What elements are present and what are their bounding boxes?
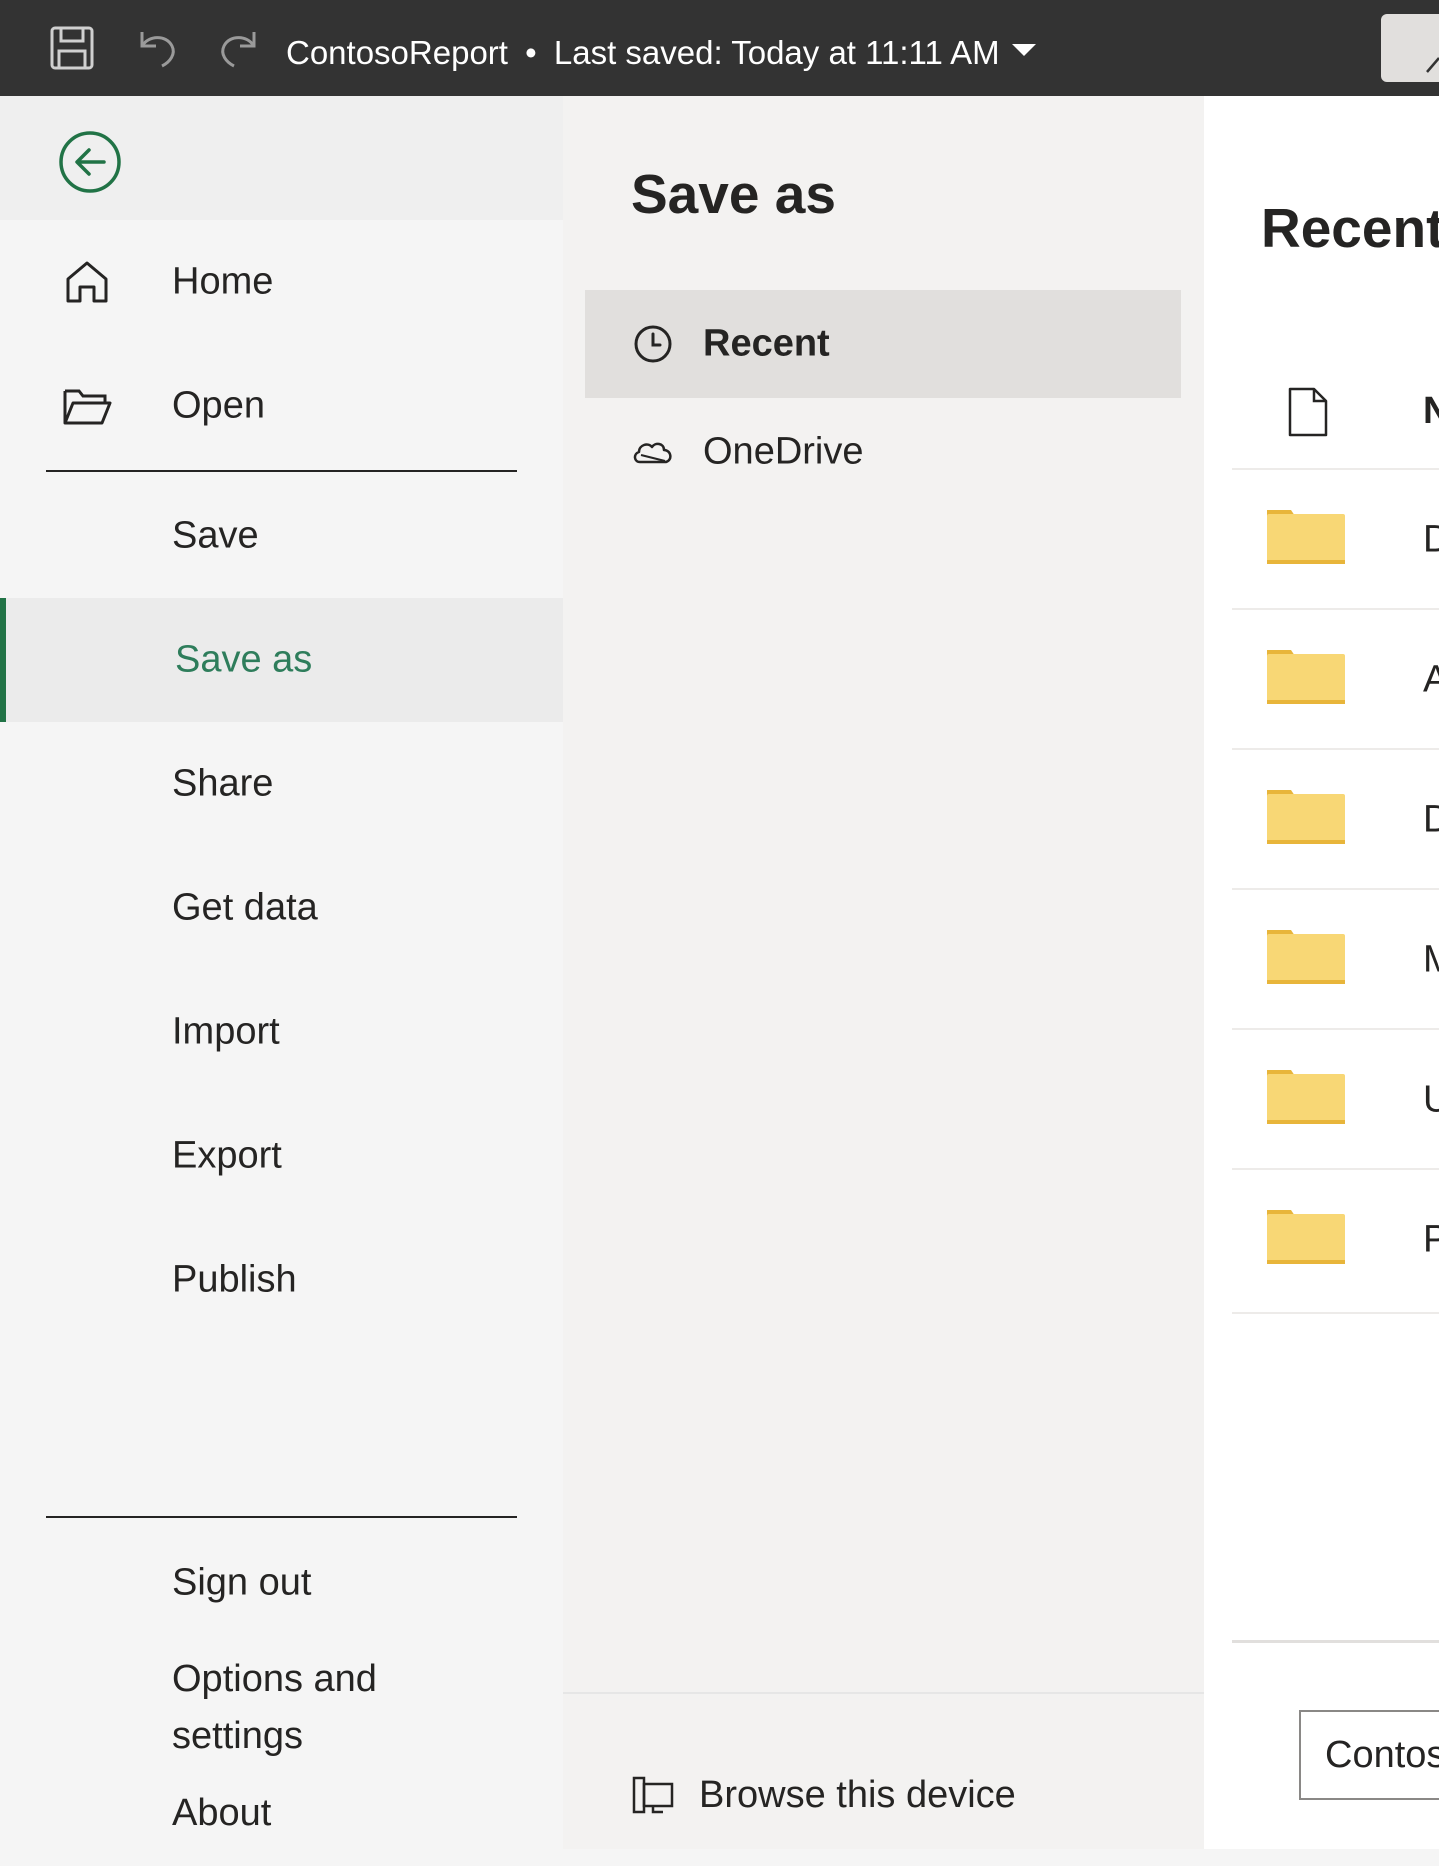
nav-item-options-and-settings[interactable]: Options and settings (172, 1651, 512, 1765)
backstage-nav: Home Open Save Save as Share Get data Im… (0, 96, 563, 1849)
list-item[interactable]: Do (1232, 468, 1439, 610)
folder-icon (1265, 504, 1347, 568)
list-item[interactable]: Un (1232, 1028, 1439, 1170)
location-label: OneDrive (703, 430, 864, 473)
file-name: As (1423, 658, 1439, 701)
nav-item-label: Home (172, 260, 274, 303)
folder-icon (1265, 644, 1347, 708)
dropdown-caret-icon[interactable] (1012, 44, 1036, 56)
title-separator: • (525, 34, 537, 71)
file-name: Un (1423, 1078, 1439, 1121)
document-name: ContosoReport (286, 34, 508, 71)
list-item[interactable]: As (1232, 608, 1439, 750)
column-header-name: Na (1423, 390, 1439, 432)
list-item[interactable]: Do (1232, 748, 1439, 890)
recent-files-panel: Recent Na Do As Do MC Un Po (1204, 96, 1439, 1849)
section-divider (1232, 1640, 1439, 1643)
nav-item-label: Open (172, 384, 265, 427)
cloud-icon (631, 430, 675, 474)
folder-icon (1265, 1204, 1347, 1268)
nav-item-about[interactable]: About (0, 1766, 563, 1866)
nav-item-label: Import (172, 1010, 280, 1053)
back-arrow-icon[interactable] (58, 130, 122, 194)
location-recent[interactable]: Recent (585, 290, 1181, 398)
back-area (0, 96, 563, 220)
file-name: Do (1423, 518, 1439, 561)
save-as-panel: Save as Recent OneDrive Browse this devi… (563, 96, 1204, 1849)
folder-icon (1265, 784, 1347, 848)
location-onedrive[interactable]: OneDrive (585, 398, 1181, 506)
nav-item-label: Publish (172, 1258, 297, 1301)
nav-item-label: Sign out (172, 1561, 312, 1604)
file-name: Do (1423, 798, 1439, 841)
file-name-input[interactable] (1299, 1710, 1439, 1800)
nav-divider (46, 1516, 517, 1518)
clock-icon (631, 322, 675, 366)
nav-item-label: Share (172, 762, 274, 805)
title-bar-right-button[interactable] (1381, 14, 1439, 82)
nav-divider (46, 470, 517, 472)
nav-item-save-as[interactable]: Save as (0, 598, 563, 722)
list-divider (1232, 1312, 1439, 1314)
computer-icon (631, 1774, 675, 1818)
list-item[interactable]: MC (1232, 888, 1439, 1030)
redo-icon[interactable] (216, 24, 264, 72)
nav-item-label: About (172, 1792, 272, 1834)
home-icon (62, 257, 112, 307)
nav-item-label: Save as (175, 638, 313, 681)
browse-label: Browse this device (699, 1774, 1016, 1816)
nav-item-save[interactable]: Save (0, 474, 563, 598)
nav-item-import[interactable]: Import (0, 970, 563, 1094)
title-bar: ContosoReport • Last saved: Today at 11:… (0, 0, 1439, 96)
document-title[interactable]: ContosoReport • Last saved: Today at 11:… (286, 34, 1000, 72)
nav-item-export[interactable]: Export (0, 1094, 563, 1218)
save-icon[interactable] (48, 24, 96, 72)
undo-icon[interactable] (132, 24, 180, 72)
page-title: Save as (631, 163, 836, 225)
recent-title: Recent (1261, 197, 1439, 259)
nav-item-sign-out[interactable]: Sign out (0, 1521, 563, 1645)
last-saved-text: Last saved: Today at 11:11 AM (553, 34, 1000, 71)
nav-item-get-data[interactable]: Get data (0, 846, 563, 970)
column-header[interactable]: Na (1232, 376, 1439, 466)
folder-icon (1265, 1064, 1347, 1128)
location-label: Recent (703, 322, 830, 365)
nav-item-label: Save (172, 514, 259, 557)
nav-item-home[interactable]: Home (0, 220, 563, 344)
diagonal-arrow-icon (1426, 57, 1439, 73)
nav-item-share[interactable]: Share (0, 722, 563, 846)
list-item[interactable]: Po (1232, 1168, 1439, 1310)
file-name: MC (1423, 938, 1439, 981)
panel-divider (563, 1692, 1204, 1694)
nav-item-open[interactable]: Open (0, 344, 563, 468)
nav-item-label: Get data (172, 886, 318, 929)
file-name: Po (1423, 1218, 1439, 1261)
folder-open-icon (62, 381, 112, 431)
nav-item-label: Export (172, 1134, 282, 1177)
nav-item-publish[interactable]: Publish (0, 1218, 563, 1342)
active-indicator (0, 598, 6, 722)
file-icon (1286, 386, 1330, 438)
folder-icon (1265, 924, 1347, 988)
